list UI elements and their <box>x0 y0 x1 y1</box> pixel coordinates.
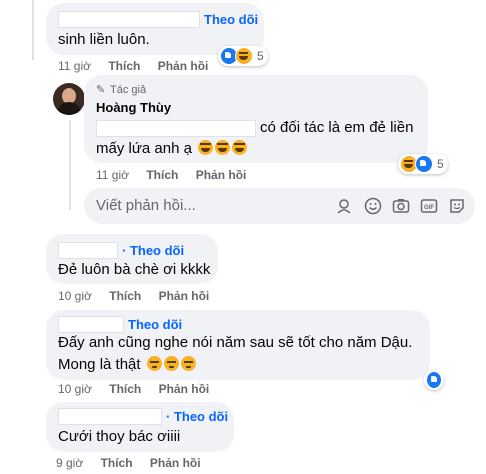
laughing-emoji-icon <box>232 140 248 155</box>
comment-text: Cưới thoy bác ơiiii <box>58 428 181 445</box>
avatar-sticker-icon[interactable] <box>335 197 353 215</box>
comment-time[interactable]: 11 giờ <box>58 59 91 73</box>
comment-time[interactable]: 10 giờ <box>58 382 92 396</box>
like-button[interactable]: Thích <box>109 289 141 303</box>
reply-button[interactable]: Phản hồi <box>150 456 201 470</box>
haha-icon <box>235 47 253 65</box>
redacted-author-name <box>58 316 124 333</box>
comment-meta: 11 giờ Thích Phản hồi <box>96 168 246 182</box>
comment-text-line2: Mong là thật <box>58 354 196 376</box>
redacted-author-name <box>58 408 162 425</box>
comment-time[interactable]: 11 giờ <box>96 168 129 182</box>
camera-icon[interactable] <box>392 197 410 215</box>
like-button[interactable]: Thích <box>101 456 133 470</box>
comment-text-line2: mấy lứa anh ạ <box>96 138 248 160</box>
reply-button[interactable]: Phản hồi <box>196 168 247 182</box>
emoji-icon[interactable] <box>364 197 382 215</box>
thread-line <box>32 0 34 60</box>
pensive-emoji-icon <box>163 356 179 371</box>
comment-time[interactable]: 9 giờ <box>56 456 83 470</box>
reply-input-box[interactable]: Viết phản hồi... GIF <box>84 188 475 224</box>
comment-text-line1: Đấy anh cũng nghe nói năm sau sẽ tốt cho… <box>58 334 413 351</box>
like-icon <box>426 371 442 389</box>
pencil-icon: ✎ <box>96 84 106 96</box>
reply-button[interactable]: Phản hồi <box>159 289 210 303</box>
like-button[interactable]: Thích <box>108 59 140 73</box>
reply-button[interactable]: Phản hồi <box>158 59 209 73</box>
like-button[interactable]: Thích <box>109 382 141 396</box>
like-button[interactable]: Thích <box>146 168 178 182</box>
svg-text:GIF: GIF <box>424 205 434 211</box>
comment-time[interactable]: 10 giờ <box>58 289 92 303</box>
comment-bubble: ✎ Tác giả Hoàng Thùy có đối tác là em đẻ… <box>84 75 428 163</box>
avatar[interactable] <box>53 83 85 115</box>
comment-meta: 10 giờ Thích Phản hồi <box>58 382 209 396</box>
redacted-author-name <box>58 242 118 259</box>
comment-bubble: Theo dõi Đấy anh cũng nghe nói năm sau s… <box>46 310 430 380</box>
pensive-emoji-icon <box>180 356 196 371</box>
comment-text: Đẻ luôn bà chè ơi kkkk <box>58 261 211 278</box>
gif-icon[interactable]: GIF <box>420 197 438 215</box>
comment-meta: 11 giờ Thích Phản hồi <box>58 59 208 73</box>
reaction-summary[interactable]: 5 <box>398 154 448 174</box>
reply-button[interactable]: Phản hồi <box>159 382 210 396</box>
like-icon <box>415 155 433 173</box>
thread-line <box>69 120 71 210</box>
laughing-emoji-icon <box>215 140 231 155</box>
author-name[interactable]: Hoàng Thùy <box>96 100 171 115</box>
follow-link[interactable]: Theo dõi <box>204 12 258 27</box>
comment-bubble: · Theo dõi Cưới thoy bác ơiiii <box>46 402 234 452</box>
pensive-emoji-icon <box>146 356 162 371</box>
laughing-emoji-icon <box>198 140 214 155</box>
reaction-summary[interactable] <box>424 370 444 390</box>
follow-link[interactable]: · Theo dõi <box>166 409 228 424</box>
comment-meta: 9 giờ Thích Phản hồi <box>56 456 201 470</box>
reply-input-placeholder[interactable]: Viết phản hồi... <box>96 197 196 214</box>
comment-text: sinh liền luôn. <box>58 31 150 48</box>
comment-text-line1: có đối tác là em đẻ liền <box>260 119 414 136</box>
comment-meta: 10 giờ Thích Phản hồi <box>58 289 209 303</box>
follow-link[interactable]: · Theo dõi <box>122 243 184 258</box>
reaction-count: 5 <box>257 49 264 63</box>
redacted-mention <box>96 120 256 137</box>
reaction-count: 5 <box>437 157 444 171</box>
author-badge: Tác giả <box>110 84 147 96</box>
reaction-summary[interactable]: 5 <box>218 46 268 66</box>
comment-bubble: · Theo dõi Đẻ luôn bà chè ơi kkkk <box>46 234 218 284</box>
follow-link[interactable]: Theo dõi <box>128 317 182 332</box>
redacted-author-name <box>58 11 200 28</box>
sticker-icon[interactable] <box>448 197 466 215</box>
